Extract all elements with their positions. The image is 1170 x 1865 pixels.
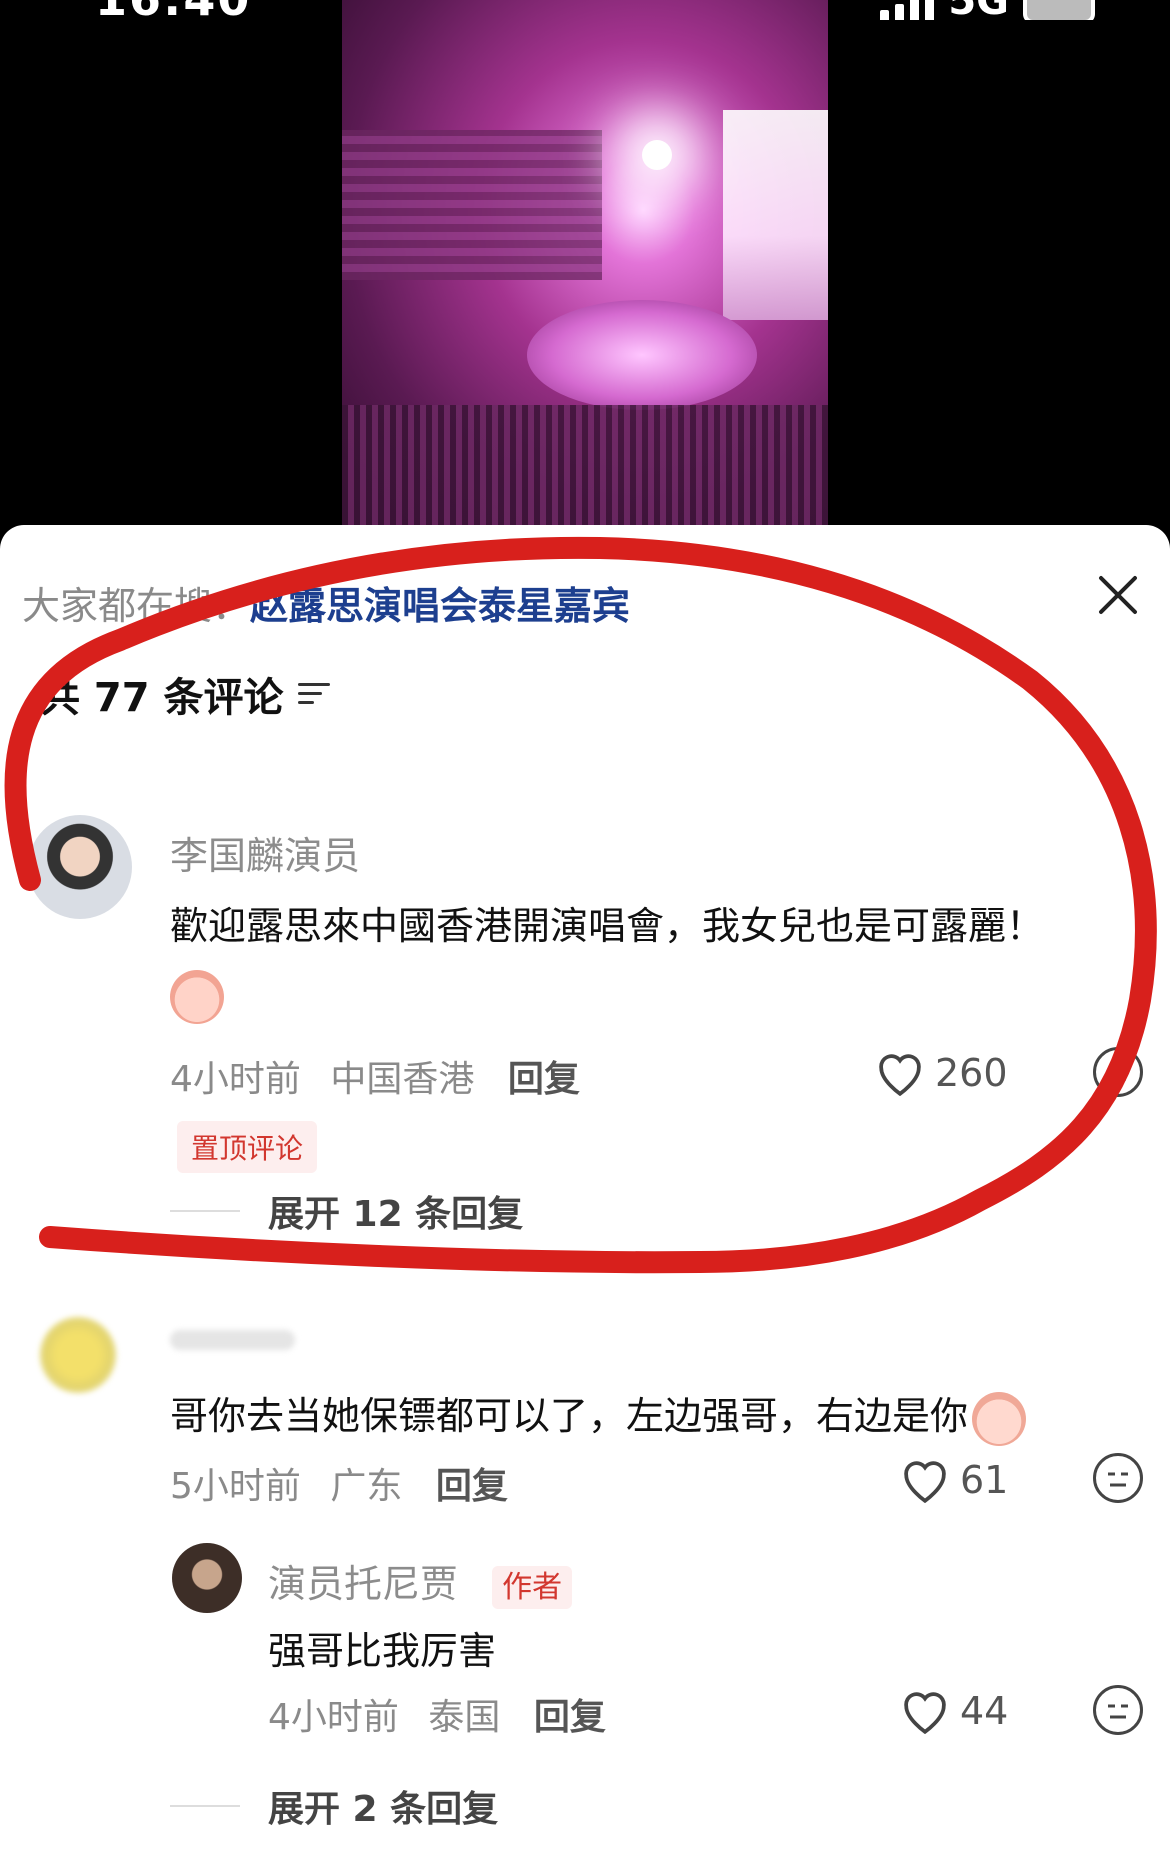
red-annotation-circle bbox=[4, 536, 1157, 1274]
